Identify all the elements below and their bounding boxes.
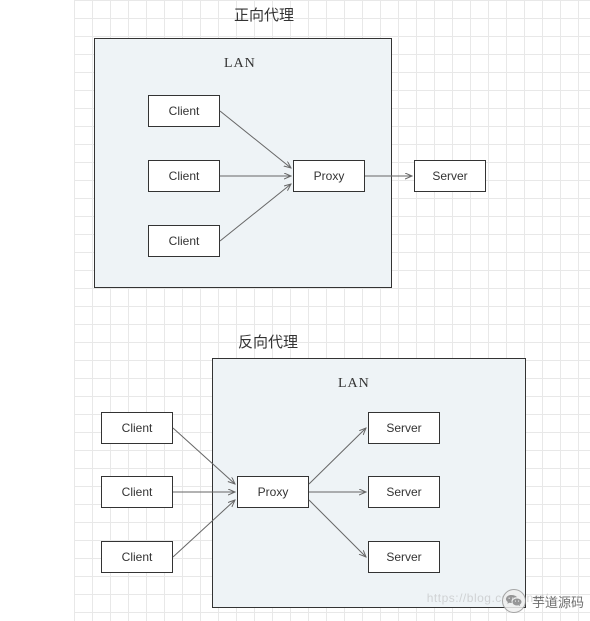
reverse-client-2: Client [101,476,173,508]
reverse-lan-label: LAN [338,376,370,392]
reverse-server-1: Server [368,412,440,444]
forward-server-node: Server [414,160,486,192]
forward-proxy-node: Proxy [293,160,365,192]
watermark-text: 芋道源码 [532,592,584,611]
forward-lan-label: LAN [224,56,256,72]
reverse-proxy-title: 反向代理 [238,331,298,352]
reverse-client-1: Client [101,412,173,444]
forward-client-2: Client [148,160,220,192]
reverse-client-3: Client [101,541,173,573]
reverse-proxy-node: Proxy [237,476,309,508]
watermark: 芋道源码 [502,589,584,613]
forward-proxy-title: 正向代理 [234,4,294,25]
forward-client-1: Client [148,95,220,127]
wechat-icon [502,589,526,613]
reverse-server-3: Server [368,541,440,573]
reverse-server-2: Server [368,476,440,508]
forward-client-3: Client [148,225,220,257]
